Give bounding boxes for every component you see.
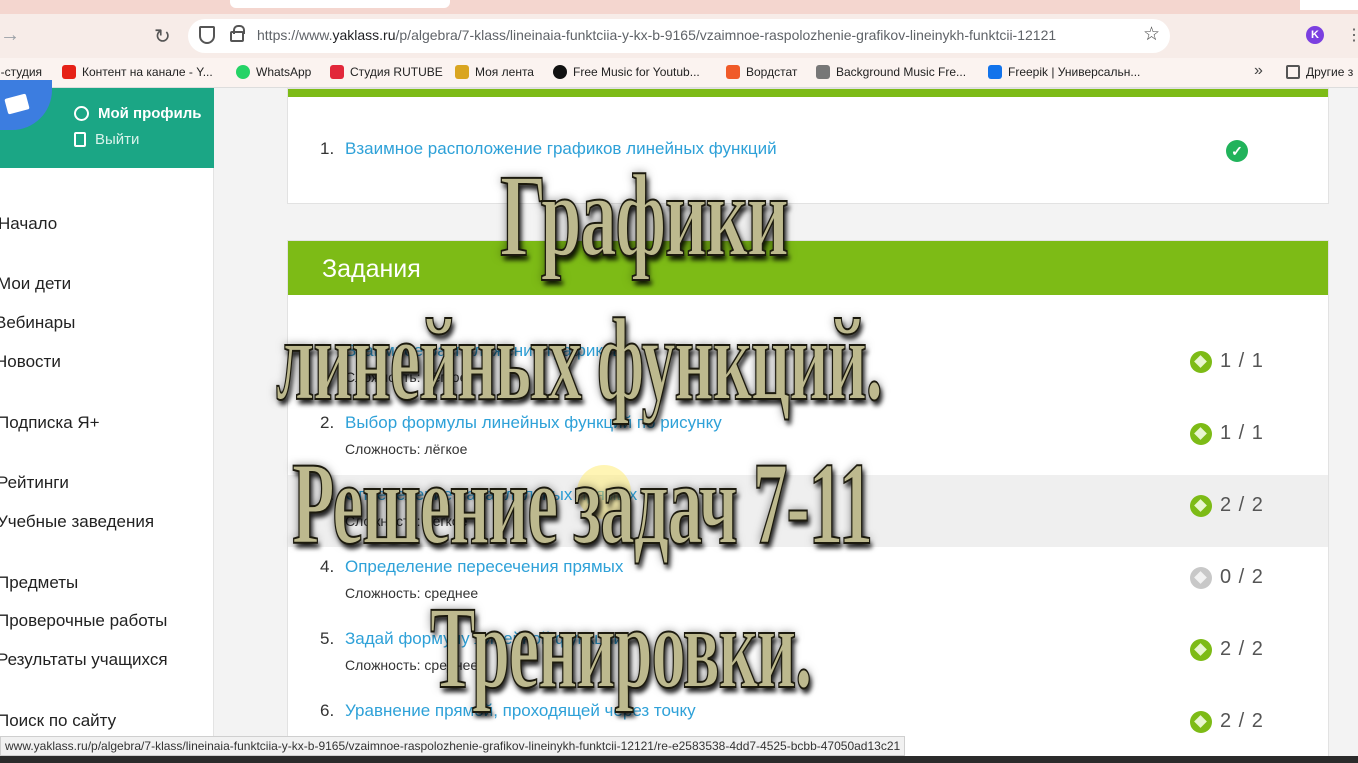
task-link[interactable]: Определение пересечения прямых: [345, 557, 623, 577]
waveform-icon: [816, 65, 830, 79]
task-score: 2 / 2: [1190, 638, 1264, 661]
whatsapp-icon: [236, 65, 250, 79]
cursor-highlight: [577, 465, 631, 519]
bookmark[interactable]: н-студия: [0, 65, 42, 79]
bookmark[interactable]: WhatsApp: [236, 65, 311, 79]
task-difficulty: Сложность: среднее: [345, 657, 479, 673]
forward-arrow-icon[interactable]: →: [0, 24, 20, 47]
tab[interactable]: [1300, 0, 1358, 10]
wordstat-icon: [726, 65, 740, 79]
profile-picture[interactable]: [0, 80, 52, 130]
bookmark[interactable]: Студия RUTUBE: [330, 65, 443, 79]
gem-icon: [1190, 350, 1212, 373]
logout-link[interactable]: Выйти: [74, 131, 139, 148]
status-url-bar: www.yaklass.ru/p/algebra/7-klass/lineina…: [0, 736, 906, 756]
sidebar-item-tests[interactable]: Проверочные работы: [0, 611, 167, 631]
music-icon: [553, 65, 567, 79]
user-icon: [74, 106, 89, 121]
bookmark-star-icon[interactable]: ☆: [1143, 23, 1160, 46]
tasks-header: Задания: [288, 241, 1328, 295]
profile-panel: Мой профиль Выйти: [0, 80, 214, 168]
tasks-card: Задания Взаимное расположение графиков С…: [287, 240, 1329, 763]
task-number: 6.: [320, 701, 335, 720]
freepik-icon: [988, 65, 1002, 79]
active-tab[interactable]: [230, 0, 450, 8]
task-row[interactable]: 4. Определение пересечения прямых Сложно…: [288, 547, 1328, 619]
task-score: 0 / 2: [1190, 566, 1264, 589]
screen: → ↻ https://www.yaklass.ru/p/algebra/7-k…: [0, 0, 1358, 763]
completed-check-icon: ✓: [1226, 140, 1248, 162]
url-text[interactable]: https://www.yaklass.ru/p/algebra/7-klass…: [257, 27, 1056, 43]
sidebar-item-subjects[interactable]: Предметы: [0, 573, 78, 593]
profile-avatar[interactable]: K: [1306, 26, 1324, 44]
gem-icon: [1190, 638, 1212, 661]
task-number: 2.: [320, 413, 335, 432]
task-row[interactable]: Взаимное расположение графиков Сложность…: [288, 331, 1328, 403]
task-difficulty: Сложность: среднее: [345, 585, 479, 601]
sidebar-item-webinars[interactable]: Вебинары: [0, 313, 75, 333]
sidebar-item-home[interactable]: Начало: [0, 214, 57, 234]
tab-strip: [0, 0, 1358, 14]
sidebar-item-schools[interactable]: Учебные заведения: [0, 512, 154, 532]
gem-icon: [1190, 494, 1212, 517]
task-difficulty: Сложность: лёгкое: [345, 441, 468, 457]
reload-icon[interactable]: ↻: [154, 24, 171, 49]
task-row[interactable]: 2. Выбор формулы линейных функций по рис…: [288, 403, 1328, 475]
my-profile-link[interactable]: Мой профиль: [74, 105, 202, 122]
task-link[interactable]: Взаимное расположение графиков: [345, 341, 621, 361]
task-link[interactable]: Задай формулу линейной функции: [345, 629, 623, 649]
bookmark[interactable]: Вордстат: [726, 65, 797, 79]
task-score: 2 / 2: [1190, 494, 1264, 517]
task-link[interactable]: Выбор формулы линейных функций по рисунк…: [345, 413, 722, 433]
task-difficulty: Сложность: лёгкое: [345, 513, 468, 529]
logout-icon: [74, 132, 86, 147]
bookmark[interactable]: Freepik | Универсальн...: [988, 65, 1140, 79]
sidebar-item-news[interactable]: Новости: [0, 352, 61, 372]
shield-icon[interactable]: [199, 26, 215, 44]
task-row[interactable]: 3. Определение параллельных прямых Сложн…: [288, 475, 1328, 547]
theory-link[interactable]: Взаимное расположение графиков линейных …: [345, 139, 777, 159]
card-header-bar: [288, 89, 1328, 97]
task-number: 4.: [320, 557, 335, 576]
lock-icon[interactable]: [230, 25, 245, 42]
task-score: 2 / 2: [1190, 710, 1264, 733]
theory-card: 1. Взаимное расположение графиков линейн…: [287, 88, 1329, 204]
dzen-icon: [455, 65, 469, 79]
sidebar-item-subscription[interactable]: Подписка Я+: [0, 413, 100, 433]
gem-icon: [1190, 422, 1212, 445]
taskbar: [0, 756, 1358, 763]
bookmark[interactable]: Background Music Fre...: [816, 65, 966, 79]
chevron-double-right-icon[interactable]: »: [1254, 62, 1263, 80]
task-difficulty: Сложность: лёгкое: [345, 369, 468, 385]
sidebar: Начало Мои дети Вебинары Новости Подписк…: [0, 168, 214, 763]
youtube-icon: [62, 65, 76, 79]
sidebar-item-site-search[interactable]: Поиск по сайту: [0, 711, 116, 731]
extensions-icon[interactable]: ⋮: [1346, 25, 1358, 45]
task-number: 5.: [320, 629, 335, 648]
theory-number: 1.: [320, 139, 335, 158]
task-number: 3.: [320, 485, 335, 504]
sidebar-item-student-results[interactable]: Результаты учащихся: [0, 650, 168, 670]
rutube-icon: [330, 65, 344, 79]
bookmark[interactable]: Контент на канале - Y...: [62, 65, 213, 79]
folder-icon: [1286, 65, 1300, 79]
bookmark[interactable]: Free Music for Youtub...: [553, 65, 700, 79]
bookmarks-bar: н-студия Контент на канале - Y... WhatsA…: [0, 58, 1358, 88]
task-link[interactable]: Уравнение прямой, проходящей через точку: [345, 701, 696, 721]
task-score: 1 / 1: [1190, 350, 1264, 373]
bookmark[interactable]: Моя лента: [455, 65, 534, 79]
other-bookmarks[interactable]: Другие з: [1286, 65, 1353, 79]
gem-icon: [1190, 566, 1212, 589]
address-bar-row: → ↻ https://www.yaklass.ru/p/algebra/7-k…: [0, 14, 1358, 58]
task-row[interactable]: 5. Задай формулу линейной функции Сложно…: [288, 619, 1328, 691]
gem-icon: [1190, 710, 1212, 733]
sidebar-item-ratings[interactable]: Рейтинги: [0, 473, 69, 493]
sidebar-item-my-children[interactable]: Мои дети: [0, 274, 71, 294]
task-score: 1 / 1: [1190, 422, 1264, 445]
tasks-title: Задания: [322, 255, 421, 283]
